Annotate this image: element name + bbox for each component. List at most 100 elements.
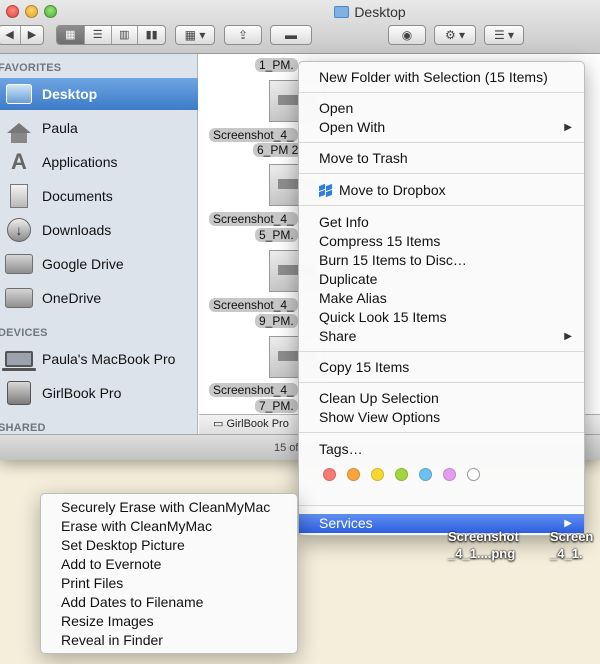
- sidebar-item-desktop[interactable]: Desktop: [0, 78, 198, 110]
- tag-icon: ▬: [285, 28, 297, 42]
- menu-item-compress[interactable]: Compress 15 Items: [299, 232, 584, 251]
- title-bar: Desktop ◀ ▶ ▦ ☰ ▥ ▮▮ ▦ ▾ ⇪ ▬ ◉ ⚙ ▾ ☰ ▾: [0, 0, 600, 54]
- list-view-icon[interactable]: ☰: [85, 26, 112, 44]
- eye-icon: ◉: [401, 28, 413, 42]
- menu-item-open-with[interactable]: Open With ▶: [299, 118, 584, 137]
- menu-item-move-to-dropbox[interactable]: Move to Dropbox: [299, 181, 584, 200]
- menu-item-clean-up-selection[interactable]: Clean Up Selection: [299, 389, 584, 408]
- column-view-icon[interactable]: ▥: [112, 26, 139, 44]
- tag-color-dot[interactable]: [347, 468, 360, 481]
- menu-item-show-view-options[interactable]: Show View Options: [299, 408, 584, 427]
- action-button[interactable]: ⚙ ▾: [434, 25, 476, 45]
- service-erase[interactable]: Erase with CleanMyMac: [61, 517, 212, 536]
- menu-item-make-alias[interactable]: Make Alias: [299, 289, 584, 308]
- menu-item-duplicate[interactable]: Duplicate: [299, 270, 584, 289]
- submenu-arrow-icon: ▶: [564, 331, 572, 342]
- view-mode-control[interactable]: ▦ ☰ ▥ ▮▮: [56, 25, 166, 45]
- menu-separator: [299, 142, 584, 143]
- file-name-label[interactable]: Screenshot_4_: [209, 298, 298, 312]
- tag-color-dot[interactable]: [323, 468, 336, 481]
- disk-icon: [4, 380, 34, 406]
- folder-icon: [4, 251, 34, 277]
- file-name-label[interactable]: 9_PM.: [255, 314, 298, 328]
- menu-item-move-to-trash[interactable]: Move to Trash: [299, 149, 584, 168]
- desktop-file-label[interactable]: Screen _4_1.: [550, 528, 593, 562]
- menu-separator: [299, 173, 584, 174]
- file-name-label[interactable]: 1_PM.: [255, 58, 298, 72]
- service-reveal-in-finder[interactable]: Reveal in Finder: [61, 631, 163, 650]
- service-add-dates-to-filename[interactable]: Add Dates to Filename: [61, 593, 203, 612]
- share-icon: ⇪: [237, 28, 249, 42]
- services-submenu: Securely Erase with CleanMyMac Erase wit…: [40, 493, 298, 654]
- file-name-label[interactable]: 6_PM 2: [253, 143, 303, 157]
- favorites-header: FAVORITES: [0, 62, 62, 74]
- file-name-label[interactable]: Screenshot_4_: [209, 383, 298, 397]
- share-button[interactable]: ⇪: [224, 25, 262, 45]
- file-name-label[interactable]: Screenshot_4_: [209, 128, 298, 142]
- service-add-to-evernote[interactable]: Add to Evernote: [61, 555, 161, 574]
- menu-separator: [299, 505, 584, 506]
- quick-look-button[interactable]: ◉: [388, 25, 426, 45]
- menu-separator: [299, 351, 584, 352]
- submenu-arrow-icon: ▶: [564, 122, 572, 133]
- tags-button[interactable]: ▬: [270, 25, 312, 45]
- service-securely-erase[interactable]: Securely Erase with CleanMyMac: [61, 498, 270, 517]
- shared-header: SHARED: [0, 422, 46, 434]
- desktop-file-label[interactable]: Screenshot _4_1....png: [448, 528, 519, 562]
- downloads-icon: ↓: [4, 217, 34, 243]
- folder-icon: [334, 6, 350, 18]
- sidebar-item-girlbook-pro[interactable]: GirlBook Pro: [0, 377, 198, 409]
- tag-color-dot[interactable]: [443, 468, 456, 481]
- disk-icon: ▭: [213, 418, 224, 430]
- devices-header: DEVICES: [0, 327, 48, 339]
- sidebar-item-documents[interactable]: Documents: [0, 180, 198, 212]
- tag-color-dot[interactable]: [467, 468, 480, 481]
- arrange-button[interactable]: ▦ ▾: [175, 25, 215, 45]
- laptop-icon: [2, 346, 36, 372]
- file-name-label[interactable]: 5_PM.: [255, 228, 298, 242]
- dropbox-icon: [319, 183, 333, 198]
- tag-color-dot[interactable]: [395, 468, 408, 481]
- menu-separator: [299, 92, 584, 93]
- icon-view-icon[interactable]: ▦: [57, 26, 85, 44]
- menu-separator: [299, 432, 584, 433]
- tag-color-dot[interactable]: [371, 468, 384, 481]
- window-title: Desktop: [0, 4, 600, 20]
- menu-separator: [299, 382, 584, 383]
- context-menu: New Folder with Selection (15 Items) Ope…: [298, 61, 585, 536]
- sidebar-item-onedrive[interactable]: OneDrive: [0, 282, 198, 314]
- file-name-label[interactable]: Screenshot_4_: [209, 212, 298, 226]
- grid-icon: ▦ ▾: [184, 28, 206, 42]
- sidebar-item-paula[interactable]: Paula: [0, 112, 198, 144]
- menu-item-open[interactable]: Open: [299, 99, 584, 118]
- service-resize-images[interactable]: Resize Images: [61, 612, 154, 631]
- sidebar-item-macbook-pro[interactable]: Paula's MacBook Pro: [0, 343, 198, 375]
- file-name-label[interactable]: 7_PM.: [255, 399, 298, 413]
- menu-item-share[interactable]: Share ▶: [299, 327, 584, 346]
- menu-item-quick-look[interactable]: Quick Look 15 Items: [299, 308, 584, 327]
- tag-color-dot[interactable]: [419, 468, 432, 481]
- home-icon: [4, 115, 34, 143]
- forward-arrow-icon[interactable]: ▶: [21, 26, 43, 44]
- sidebar-item-applications[interactable]: A Applications: [0, 146, 198, 178]
- sidebar: FAVORITES Desktop Paula A Applications D…: [0, 54, 198, 460]
- list-icon: ☰ ▾: [493, 28, 515, 42]
- service-set-desktop-picture[interactable]: Set Desktop Picture: [61, 536, 185, 555]
- sidebar-item-downloads[interactable]: ↓ Downloads: [0, 214, 198, 246]
- menu-separator: [299, 205, 584, 206]
- status-text: 15 of: [274, 442, 299, 454]
- folder-icon: [4, 285, 34, 311]
- sidebar-item-google-drive[interactable]: Google Drive: [0, 248, 198, 280]
- menu-item-new-folder-with-selection[interactable]: New Folder with Selection (15 Items): [299, 68, 584, 87]
- documents-icon: [4, 183, 34, 209]
- back-forward-control[interactable]: ◀ ▶: [0, 25, 44, 45]
- dropbox-toolbar-button[interactable]: ☰ ▾: [484, 25, 524, 45]
- service-print-files[interactable]: Print Files: [61, 574, 123, 593]
- menu-item-copy[interactable]: Copy 15 Items: [299, 358, 584, 377]
- cover-flow-icon[interactable]: ▮▮: [138, 26, 165, 44]
- menu-item-tags[interactable]: Tags…: [299, 440, 584, 459]
- back-arrow-icon[interactable]: ◀: [0, 26, 21, 44]
- menu-item-get-info[interactable]: Get Info: [299, 213, 584, 232]
- menu-item-services[interactable]: Services ▶: [299, 514, 584, 533]
- menu-item-burn-to-disc[interactable]: Burn 15 Items to Disc…: [299, 251, 584, 270]
